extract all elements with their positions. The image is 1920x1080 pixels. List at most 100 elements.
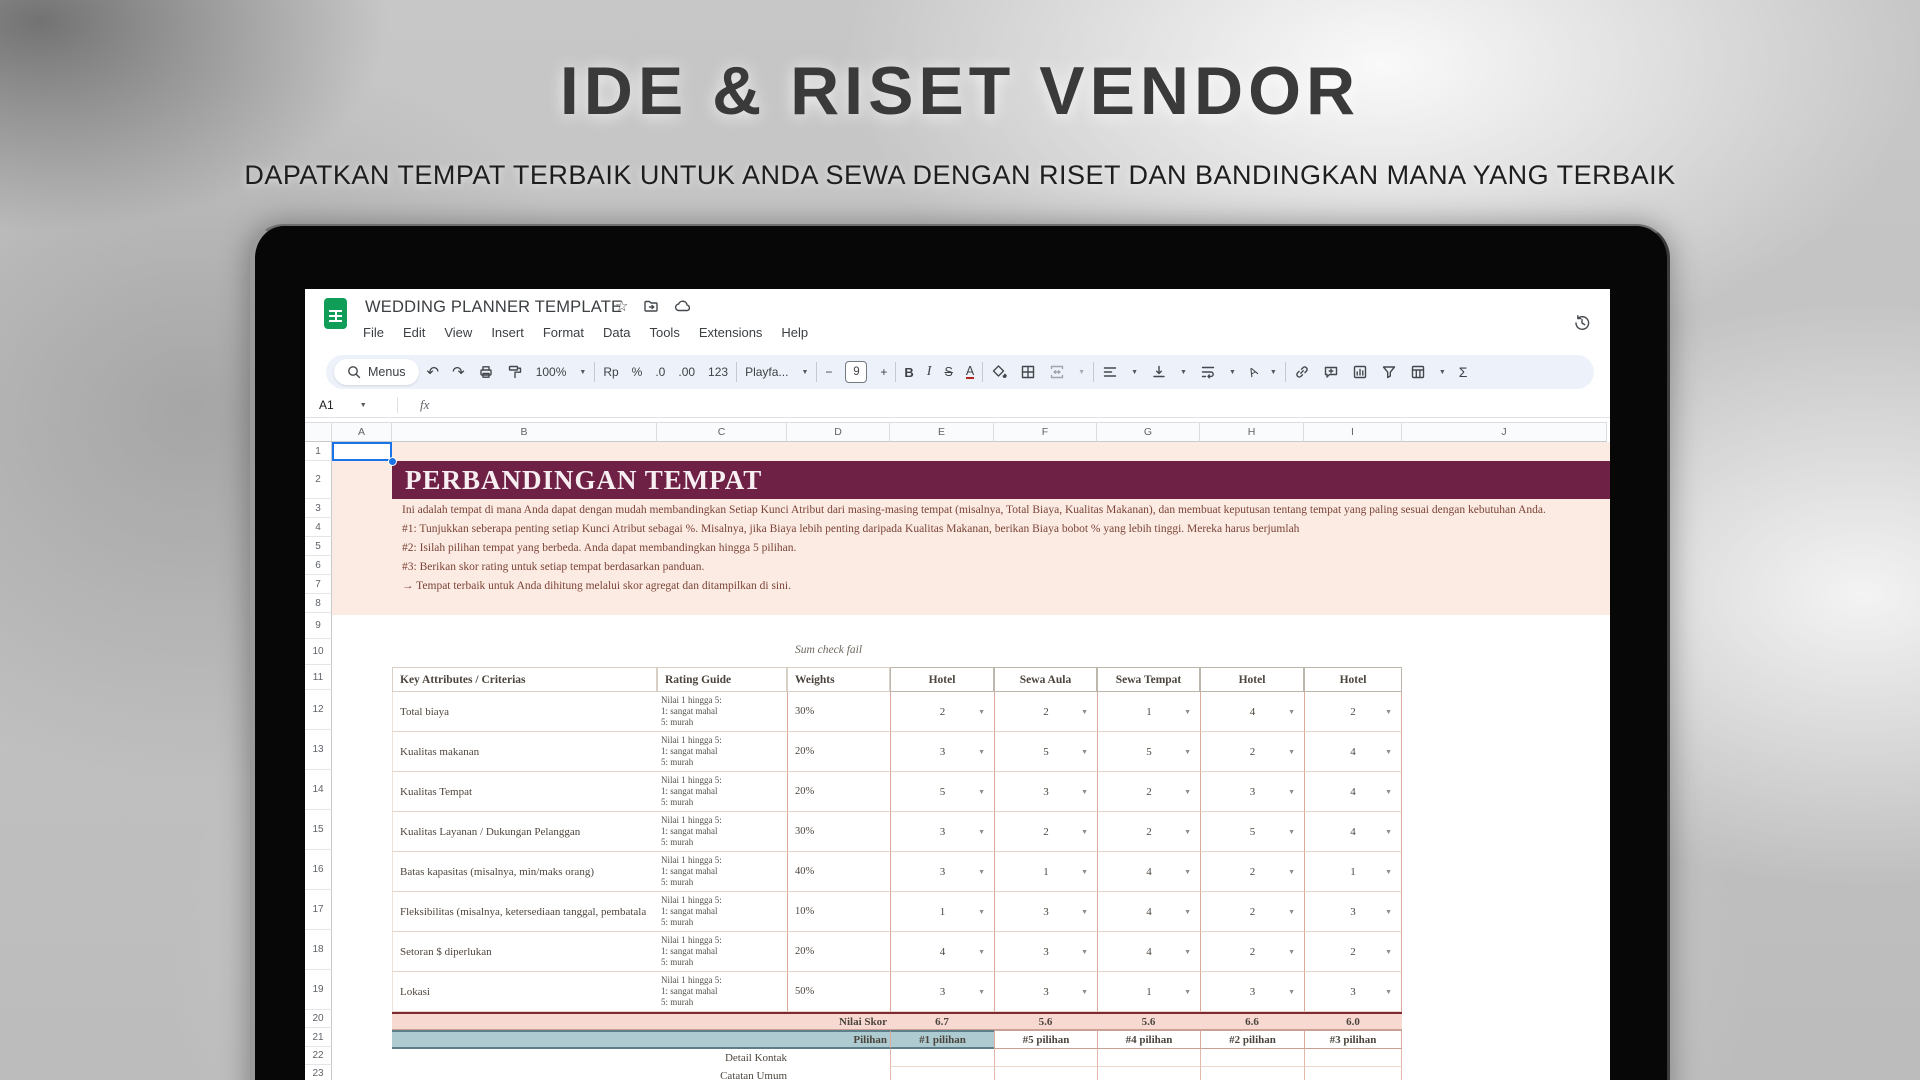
attribute-cell[interactable]: Setoran $ diperlukan [392, 932, 657, 972]
row-header-9[interactable]: 9 [305, 613, 332, 639]
move-to-folder-icon[interactable] [643, 298, 659, 314]
star-icon[interactable]: ☆ [615, 297, 628, 315]
row-header-1[interactable]: 1 [305, 442, 332, 461]
rating-dropdown-cell[interactable]: 4▼ [1304, 812, 1402, 852]
dropdown-caret-icon[interactable]: ▼ [1385, 788, 1392, 796]
column-header-B[interactable]: B [392, 422, 657, 442]
table-views-icon[interactable] [1410, 364, 1426, 380]
row-header-8[interactable]: 8 [305, 594, 332, 613]
rating-dropdown-cell[interactable]: 2▼ [1200, 852, 1304, 892]
dropdown-caret-icon[interactable]: ▼ [1184, 748, 1191, 756]
dropdown-caret-icon[interactable]: ▼ [1288, 828, 1295, 836]
row-header-5[interactable]: 5 [305, 537, 332, 556]
dropdown-caret-icon[interactable]: ▼ [1081, 868, 1088, 876]
currency-format-button[interactable]: Rp [603, 365, 618, 379]
attribute-cell[interactable]: Total biaya [392, 692, 657, 732]
row-header-3[interactable]: 3 [305, 499, 332, 518]
rating-dropdown-cell[interactable]: 3▼ [890, 732, 994, 772]
dropdown-caret-icon[interactable]: ▼ [1288, 708, 1295, 716]
functions-button[interactable]: Σ [1459, 364, 1468, 380]
column-header-J[interactable]: J [1402, 422, 1607, 442]
attribute-cell[interactable]: Kualitas makanan [392, 732, 657, 772]
menu-tools[interactable]: Tools [649, 325, 679, 340]
dropdown-caret-icon[interactable]: ▼ [1288, 748, 1295, 756]
dropdown-caret-icon[interactable]: ▼ [1288, 868, 1295, 876]
dropdown-caret-icon[interactable]: ▼ [1081, 948, 1088, 956]
weights-header-cell[interactable]: Weights [787, 667, 890, 692]
weight-cell[interactable]: 40% [787, 852, 890, 892]
row-header-23[interactable]: 23 [305, 1065, 332, 1080]
dropdown-caret-icon[interactable]: ▼ [1385, 908, 1392, 916]
rating-dropdown-cell[interactable]: 4▼ [1097, 932, 1200, 972]
row-header-2[interactable]: 2 [305, 461, 332, 499]
dropdown-caret-icon[interactable]: ▼ [1288, 908, 1295, 916]
empty-cell[interactable] [994, 1049, 1097, 1067]
column-header-G[interactable]: G [1097, 422, 1200, 442]
row-header-20[interactable]: 20 [305, 1010, 332, 1028]
menu-format[interactable]: Format [543, 325, 584, 340]
rating-dropdown-cell[interactable]: 4▼ [1304, 772, 1402, 812]
strikethrough-button[interactable]: S [944, 365, 952, 379]
horizontal-align-icon[interactable] [1102, 364, 1118, 380]
dropdown-caret-icon[interactable]: ▼ [978, 788, 985, 796]
rating-dropdown-cell[interactable]: 1▼ [1097, 692, 1200, 732]
text-rotation-icon[interactable]: A [1246, 364, 1260, 380]
column-header-A[interactable]: A [332, 422, 392, 442]
selected-cell-a1[interactable] [332, 442, 392, 461]
dropdown-caret-icon[interactable]: ▼ [1288, 788, 1295, 796]
menu-insert[interactable]: Insert [491, 325, 524, 340]
dropdown-caret-icon[interactable]: ▼ [1081, 748, 1088, 756]
rating-dropdown-cell[interactable]: 3▼ [890, 852, 994, 892]
dropdown-caret-icon[interactable]: ▼ [1385, 948, 1392, 956]
row-header-22[interactable]: 22 [305, 1047, 332, 1065]
column-header-F[interactable]: F [994, 422, 1097, 442]
text-wrap-icon[interactable] [1200, 364, 1216, 380]
rating-dropdown-cell[interactable]: 3▼ [890, 972, 994, 1012]
merge-cells-icon[interactable] [1049, 364, 1065, 380]
rating-dropdown-cell[interactable]: 2▼ [1304, 692, 1402, 732]
weight-cell[interactable]: 20% [787, 932, 890, 972]
number-format-button[interactable]: 123 [708, 365, 728, 379]
vendor-header-cell[interactable]: Sewa Aula [994, 667, 1097, 692]
empty-cell[interactable] [890, 1067, 994, 1080]
decrease-decimal-button[interactable]: .0 [655, 365, 665, 379]
empty-cell[interactable] [1200, 1049, 1304, 1067]
rating-dropdown-cell[interactable]: 2▼ [1200, 932, 1304, 972]
dropdown-caret-icon[interactable]: ▼ [978, 908, 985, 916]
dropdown-caret-icon[interactable]: ▼ [1184, 948, 1191, 956]
rating-dropdown-cell[interactable]: 3▼ [994, 972, 1097, 1012]
rating-dropdown-cell[interactable]: 3▼ [994, 932, 1097, 972]
sheets-logo-icon[interactable] [324, 298, 347, 329]
rating-dropdown-cell[interactable]: 2▼ [1304, 932, 1402, 972]
rating-guide-cell[interactable]: Nilai 1 hingga 5:1: sangat mahal5: murah [657, 972, 787, 1012]
rating-dropdown-cell[interactable]: 5▼ [994, 732, 1097, 772]
row-header-4[interactable]: 4 [305, 518, 332, 537]
rating-dropdown-cell[interactable]: 3▼ [1304, 892, 1402, 932]
row-header-6[interactable]: 6 [305, 556, 332, 575]
weight-cell[interactable]: 20% [787, 732, 890, 772]
dropdown-caret-icon[interactable]: ▼ [1184, 828, 1191, 836]
empty-cell[interactable] [1097, 1067, 1200, 1080]
vendor-header-cell[interactable]: Hotel [1304, 667, 1402, 692]
dropdown-caret-icon[interactable]: ▼ [978, 868, 985, 876]
dropdown-caret-icon[interactable]: ▼ [1184, 868, 1191, 876]
dropdown-caret-icon[interactable]: ▼ [978, 948, 985, 956]
row-header-21[interactable]: 21 [305, 1028, 332, 1047]
document-title[interactable]: WEDDING PLANNER TEMPLATE [365, 298, 622, 317]
font-family-select[interactable]: Playfa... [745, 365, 788, 379]
dropdown-caret-icon[interactable]: ▼ [978, 748, 985, 756]
menu-edit[interactable]: Edit [403, 325, 425, 340]
rating-guide-cell[interactable]: Nilai 1 hingga 5:1: sangat mahal5: murah [657, 932, 787, 972]
bold-button[interactable]: B [904, 365, 913, 380]
dropdown-caret-icon[interactable]: ▼ [1385, 708, 1392, 716]
dropdown-caret-icon[interactable]: ▼ [1288, 948, 1295, 956]
menu-file[interactable]: File [363, 325, 384, 340]
borders-icon[interactable] [1020, 364, 1036, 380]
empty-cell[interactable] [890, 1049, 994, 1067]
dropdown-caret-icon[interactable]: ▼ [1184, 788, 1191, 796]
rating-dropdown-cell[interactable]: 3▼ [1200, 772, 1304, 812]
rating-dropdown-cell[interactable]: 2▼ [1097, 812, 1200, 852]
weight-cell[interactable]: 20% [787, 772, 890, 812]
rating-dropdown-cell[interactable]: 4▼ [1097, 852, 1200, 892]
column-header-I[interactable]: I [1304, 422, 1402, 442]
